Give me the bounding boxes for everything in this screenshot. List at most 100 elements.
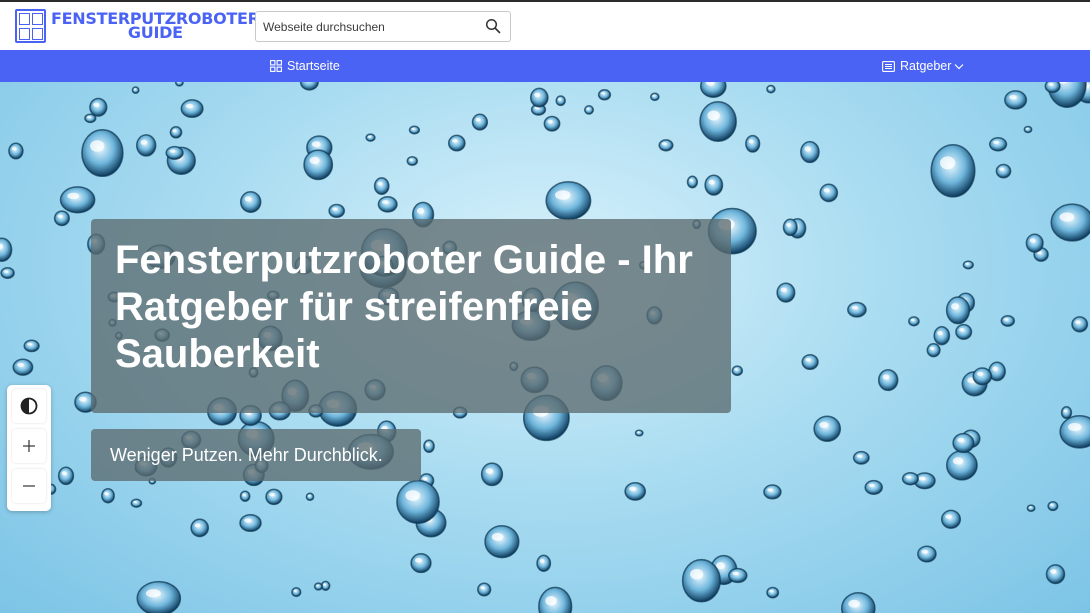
water-drop-highlight [242,493,246,496]
water-drop-highlight [405,490,421,501]
water-drop-highlight [244,518,252,523]
water-drop-highlight [921,549,928,554]
water-drop-highlight [690,569,704,580]
water-drop [782,218,798,237]
water-drop [447,134,466,152]
nav-item-startseite[interactable]: Startseite [270,50,340,82]
water-drop [477,582,492,597]
site-logo[interactable]: FENSTERPUTZROBOTER GUIDE [15,9,260,43]
water-drop [776,282,796,303]
water-drop-highlight [534,92,541,98]
water-drop-highlight [415,558,422,563]
water-drop-highlight [1050,569,1057,574]
water-drop-highlight [269,492,275,497]
water-drop [945,449,978,481]
water-drop [545,181,592,221]
water-drop-highlight [992,366,998,372]
water-drop-highlight [637,431,640,433]
search-icon[interactable] [485,18,501,34]
water-drop [59,186,96,214]
water-drop [955,323,973,340]
water-drop [1000,314,1016,327]
water-drop [239,190,262,214]
water-drop-highlight [104,491,109,496]
hero-subtitle: Weniger Putzen. Mehr Durchblick. [110,444,383,465]
water-drop [169,126,183,139]
water-drop-highlight [422,476,428,481]
water-drop [373,177,390,196]
water-drop-highlight [3,270,9,273]
water-drop-highlight [959,328,965,332]
zoom-out-button[interactable] [12,469,46,503]
water-drop [945,296,971,325]
water-drop-highlight [377,181,383,186]
water-drop [328,203,346,219]
zoom-in-icon [23,440,35,452]
water-drop [877,369,899,392]
water-drop [543,115,561,132]
water-drop-highlight [491,532,504,541]
water-drop [658,139,674,152]
water-drop [988,137,1008,152]
water-drop-highlight [145,589,161,598]
water-drop-highlight [27,342,33,346]
water-drop [135,134,157,157]
water-drop-highlight [851,305,858,310]
site-header: FENSTERPUTZROBOTER GUIDE [0,2,1090,50]
water-drop [57,466,75,486]
nav-item-ratgeber[interactable]: Ratgeber [882,50,964,82]
water-drop [406,155,419,167]
search-input[interactable] [263,12,478,41]
water-drop-highlight [823,188,830,193]
water-drop [972,367,993,386]
water-drop [555,95,566,107]
water-drop [745,134,761,153]
water-drop [1071,316,1089,333]
water-drop-highlight [767,488,774,492]
water-drop [0,237,13,262]
water-drop-highlight [786,222,791,227]
contrast-icon [20,397,38,415]
water-drop-highlight [629,486,637,491]
water-drop [583,105,595,115]
water-drop-highlight [848,599,860,608]
water-drop-highlight [452,138,458,143]
water-drop-highlight [1029,238,1036,243]
water-drop-highlight [244,196,252,202]
water-drop [265,488,283,506]
water-drop-highlight [937,330,943,336]
water-drop-highlight [707,110,720,121]
water-drop-highlight [61,471,67,476]
contrast-button[interactable] [12,389,46,423]
logo-wordmark: FENSTERPUTZROBOTER GUIDE [51,11,260,41]
water-drop [800,140,820,164]
water-drop-highlight [480,586,485,590]
water-drop [952,432,975,454]
water-drop-highlight [558,98,562,101]
water-drop [864,479,883,495]
water-drop [239,490,251,502]
water-drop-highlight [910,318,915,322]
water-drop [1026,504,1036,513]
water-drop-highlight [586,107,590,110]
main-navigation: Startseite Ratgeber [0,50,1090,82]
water-drop [901,471,919,486]
water-drop [962,260,974,270]
hero-title: Fensterputzroboter Guide - Ihr Ratgeber … [115,238,693,376]
water-drop-highlight [11,146,17,151]
water-drop-highlight [475,117,481,122]
water-drop [813,415,842,442]
water-drop-highlight [539,558,545,563]
water-drop-highlight [940,156,956,170]
water-drop [1045,564,1066,585]
water-drop-highlight [780,287,787,293]
water-drop [597,89,612,101]
newspaper-icon [882,60,895,72]
water-drop-highlight [323,583,327,586]
nav-item-label: Startseite [287,59,340,73]
zoom-in-button[interactable] [12,429,46,463]
water-drop-highlight [87,116,91,119]
water-drop [471,113,489,131]
water-drop-highlight [1048,82,1054,86]
water-drop-highlight [976,371,984,376]
